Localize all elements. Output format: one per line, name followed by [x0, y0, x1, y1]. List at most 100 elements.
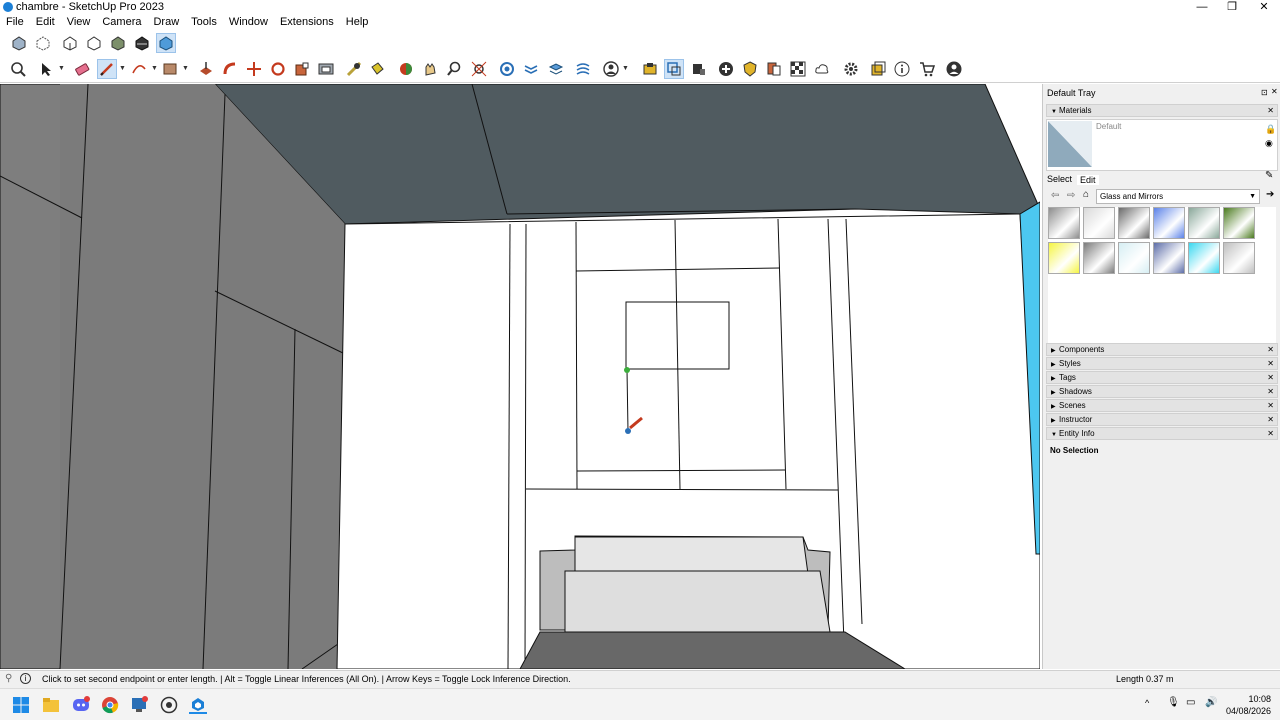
gear-icon[interactable]: [842, 60, 860, 78]
shape-dropdown-icon[interactable]: ▼: [182, 60, 189, 78]
close-window-button[interactable]: ✕: [1248, 0, 1280, 15]
panel-close-icon[interactable]: ✕: [1267, 105, 1274, 116]
material-swatch[interactable]: [1153, 242, 1185, 274]
panel-entity-info[interactable]: ▼ Entity Info ✕: [1046, 427, 1278, 440]
panel-instructor[interactable]: ▶ Instructor ✕: [1046, 413, 1278, 426]
material-swatch[interactable]: [1153, 207, 1185, 239]
xray-icon[interactable]: [10, 34, 28, 52]
windows-start-icon[interactable]: [12, 696, 30, 714]
move-icon[interactable]: [245, 60, 263, 78]
microphone-icon[interactable]: 🎙: [1167, 697, 1180, 708]
material-swatch[interactable]: [1118, 207, 1150, 239]
material-swatch[interactable]: [1083, 207, 1115, 239]
materials-panel-header[interactable]: ▼ Materials ✕: [1046, 104, 1278, 117]
menu-extensions[interactable]: Extensions: [274, 15, 340, 30]
panel-close-icon[interactable]: ✕: [1267, 372, 1274, 383]
details-arrow-icon[interactable]: ➔: [1266, 189, 1274, 200]
sketchup-taskbar-icon[interactable]: [189, 696, 207, 714]
cart-icon[interactable]: [918, 60, 936, 78]
pan-hand-icon[interactable]: [421, 60, 439, 78]
file-explorer-icon[interactable]: [42, 696, 60, 714]
extension-stack-icon[interactable]: [547, 60, 565, 78]
shaded-textures-icon[interactable]: [133, 34, 151, 52]
account-dropdown-icon[interactable]: ▼: [622, 60, 629, 78]
material-library-icon[interactable]: [765, 60, 783, 78]
zoom-extents-icon[interactable]: [470, 60, 488, 78]
cloud-upload-icon[interactable]: [813, 60, 831, 78]
panel-close-icon[interactable]: ✕: [1267, 344, 1274, 355]
account-icon[interactable]: [602, 60, 620, 78]
minimize-button[interactable]: —: [1186, 0, 1218, 15]
material-swatch[interactable]: [1048, 242, 1080, 274]
default-material-icon[interactable]: 🔒: [1265, 124, 1276, 135]
info-icon[interactable]: [893, 60, 911, 78]
monochrome-icon[interactable]: [156, 33, 176, 53]
orbit-icon[interactable]: [397, 60, 415, 78]
material-name[interactable]: Default: [1096, 122, 1121, 131]
paint-bucket-icon[interactable]: [368, 60, 386, 78]
model-scene[interactable]: [0, 84, 1040, 669]
shield-icon[interactable]: [741, 60, 759, 78]
forward-arrow-icon[interactable]: ⇨: [1067, 190, 1075, 201]
chrome-icon[interactable]: [101, 696, 119, 714]
rectangle-icon[interactable]: [161, 60, 179, 78]
panel-shadows[interactable]: ▶ Shadows ✕: [1046, 385, 1278, 398]
menu-edit[interactable]: Edit: [30, 15, 61, 30]
volume-icon[interactable]: 🔊: [1205, 697, 1217, 708]
material-swatch[interactable]: [1118, 242, 1150, 274]
menu-view[interactable]: View: [61, 15, 97, 30]
section-display-icon[interactable]: [690, 60, 708, 78]
credits-info-icon[interactable]: i: [20, 673, 31, 684]
panel-close-icon[interactable]: ✕: [1267, 400, 1274, 411]
create-material-icon[interactable]: ◉: [1265, 138, 1273, 149]
arc-dropdown-icon[interactable]: ▼: [151, 60, 158, 78]
panel-scenes[interactable]: ▶ Scenes ✕: [1046, 399, 1278, 412]
panel-close-icon[interactable]: ✕: [1267, 428, 1274, 439]
hidden-line-icon[interactable]: [85, 34, 103, 52]
back-arrow-icon[interactable]: ⇦: [1051, 190, 1059, 201]
tray-close-icon[interactable]: ✕: [1271, 87, 1278, 96]
line-dropdown-icon[interactable]: ▼: [119, 60, 126, 78]
panel-tags[interactable]: ▶ Tags ✕: [1046, 371, 1278, 384]
scale-icon[interactable]: [293, 60, 311, 78]
measurements-input[interactable]: 0.37 m: [1146, 674, 1174, 684]
menu-camera[interactable]: Camera: [96, 15, 147, 30]
clock-date[interactable]: 04/08/2026: [1226, 706, 1271, 716]
system-tray-chevron-icon[interactable]: ^: [1145, 698, 1149, 708]
back-edges-icon[interactable]: [34, 34, 52, 52]
select-arrow-icon[interactable]: [37, 60, 55, 78]
panel-components[interactable]: ▶ Components ✕: [1046, 343, 1278, 356]
discord-icon[interactable]: [72, 696, 90, 714]
material-swatch[interactable]: [1188, 242, 1220, 274]
network-icon[interactable]: ▭: [1186, 697, 1195, 708]
material-swatch[interactable]: [1188, 207, 1220, 239]
remote-app-icon[interactable]: [130, 696, 148, 714]
panel-close-icon[interactable]: ✕: [1267, 386, 1274, 397]
eyedropper-icon[interactable]: ✎: [1265, 170, 1273, 181]
line-pencil-icon[interactable]: [97, 59, 117, 79]
sandbox-icon[interactable]: [574, 60, 592, 78]
profile-icon[interactable]: [945, 60, 963, 78]
material-swatch[interactable]: [1223, 207, 1255, 239]
geo-location-icon[interactable]: ⚲: [5, 673, 12, 684]
github-desktop-icon[interactable]: [160, 696, 178, 714]
section-plane-icon[interactable]: [664, 59, 684, 79]
rotate-icon[interactable]: [269, 60, 287, 78]
shaded-icon[interactable]: [109, 34, 127, 52]
menu-window[interactable]: Window: [223, 15, 274, 30]
panel-close-icon[interactable]: ✕: [1267, 414, 1274, 425]
menu-tools[interactable]: Tools: [185, 15, 223, 30]
wireframe-icon[interactable]: [61, 34, 79, 52]
menu-file[interactable]: File: [0, 15, 30, 30]
material-swatch[interactable]: [1048, 207, 1080, 239]
tab-select[interactable]: Select: [1047, 174, 1072, 184]
material-swatch[interactable]: [1083, 242, 1115, 274]
material-swatch[interactable]: [1223, 242, 1255, 274]
tape-measure-icon[interactable]: [345, 60, 363, 78]
select-dropdown-icon[interactable]: ▼: [58, 60, 65, 78]
panel-close-icon[interactable]: ✕: [1267, 358, 1274, 369]
search-icon[interactable]: [9, 60, 27, 78]
push-pull-icon[interactable]: [197, 60, 215, 78]
add-location-icon[interactable]: [717, 60, 735, 78]
follow-me-icon[interactable]: [221, 60, 239, 78]
